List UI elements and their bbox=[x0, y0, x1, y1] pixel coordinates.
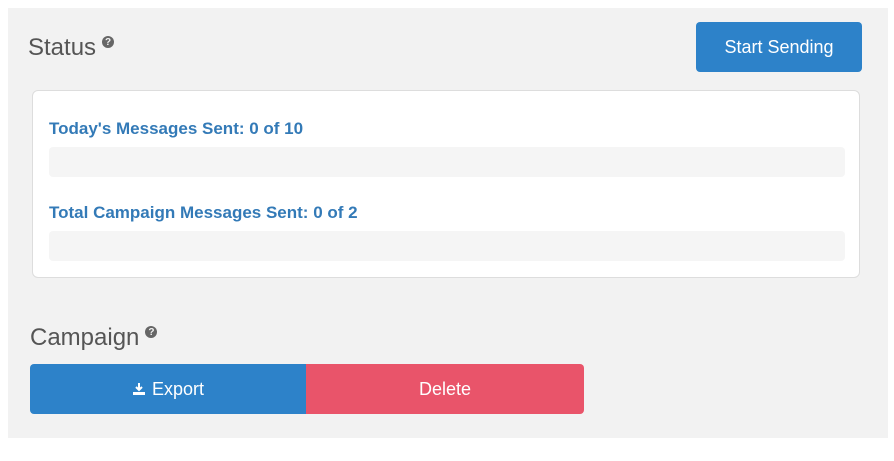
campaign-panel: Status ? Start Sending Today's Messages … bbox=[8, 8, 888, 438]
status-title: Status bbox=[28, 34, 97, 61]
status-help-icon[interactable]: ? bbox=[102, 36, 115, 48]
start-sending-button[interactable]: Start Sending bbox=[696, 22, 862, 72]
status-heading: Status ? bbox=[28, 34, 115, 62]
campaign-title: Campaign bbox=[30, 324, 140, 351]
download-icon bbox=[132, 383, 145, 395]
today-messages-label: Today's Messages Sent: 0 of 10 bbox=[49, 119, 304, 138]
campaign-help-icon[interactable]: ? bbox=[145, 326, 158, 338]
status-card: Today's Messages Sent: 0 of 10 Total Cam… bbox=[32, 90, 860, 278]
campaign-messages-label: Total Campaign Messages Sent: 0 of 2 bbox=[49, 203, 358, 222]
delete-button[interactable]: Delete bbox=[306, 364, 584, 414]
start-sending-label: Start Sending bbox=[724, 36, 834, 57]
campaign-messages-progress-bar bbox=[49, 231, 845, 261]
today-messages-progress-bar bbox=[49, 147, 845, 177]
campaign-heading: Campaign ? bbox=[30, 324, 158, 352]
delete-label: Delete bbox=[418, 378, 472, 399]
export-label: Export bbox=[151, 378, 205, 399]
export-button[interactable]: Export bbox=[30, 364, 306, 414]
